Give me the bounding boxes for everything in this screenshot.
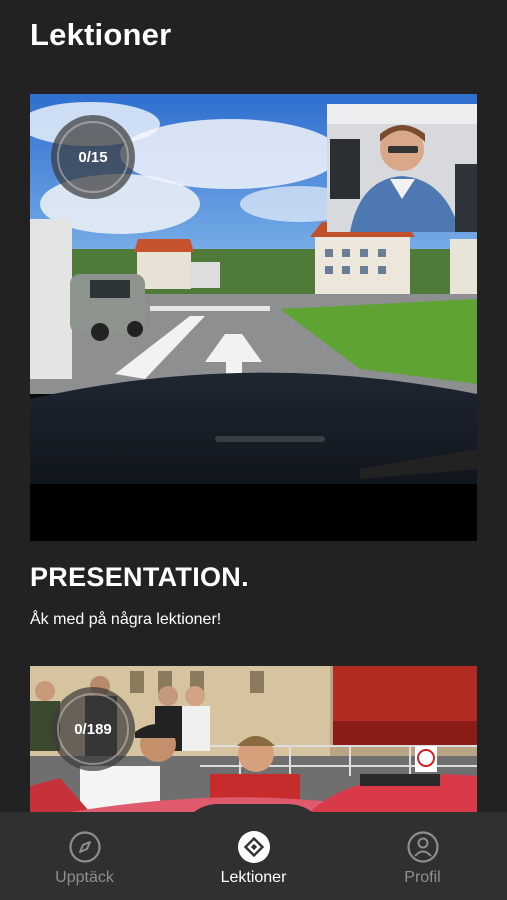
lesson-card-thumbnail-2[interactable]: 0/189 [30,666,477,812]
nav-item-lektioner[interactable]: Lektioner [169,812,338,900]
nav-label-upptack: Upptäck [55,869,114,886]
nav-label-profil: Profil [404,869,441,886]
lesson-title[interactable]: PRESENTATION. [30,562,249,593]
lesson-progress-badge-2: 0/189 [51,687,135,771]
compass-icon [68,831,101,863]
nav-label-lektioner: Lektioner [220,869,287,886]
user-icon [406,831,439,863]
bottom-navigation: Upptäck Lektioner Profil [0,804,507,900]
lesson-progress-badge: 0/15 [51,115,135,199]
nav-item-profil[interactable]: Profil [338,812,507,900]
lesson-card-thumbnail[interactable]: 0/15 [30,94,477,541]
progress-text: 0/15 [78,148,108,166]
lessons-icon [237,831,270,863]
progress-text-2: 0/189 [74,720,112,738]
page-title: Lektioner [30,17,172,52]
lesson-subtitle: Åk med på några lektioner! [30,611,222,628]
nav-item-upptack[interactable]: Upptäck [0,812,169,900]
